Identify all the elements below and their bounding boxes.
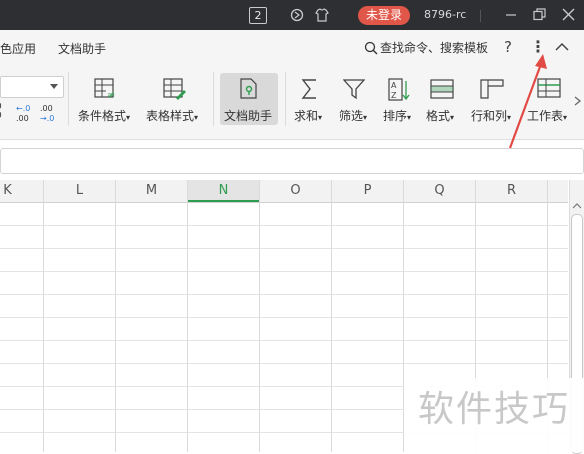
doc-assistant-label: 文档助手 bbox=[224, 109, 273, 123]
search-icon[interactable] bbox=[364, 41, 378, 55]
scroll-up-icon[interactable] bbox=[572, 202, 582, 210]
row-column-icon[interactable] bbox=[480, 79, 504, 99]
login-button[interactable]: 未登录 bbox=[358, 6, 410, 25]
collapse-ribbon-icon[interactable] bbox=[555, 42, 569, 52]
sort-label: 排序 bbox=[383, 109, 408, 123]
table-style-button[interactable]: 表格样式▾ bbox=[146, 107, 198, 124]
sort-button[interactable]: 排序▾ bbox=[383, 107, 411, 124]
filter-icon[interactable] bbox=[343, 78, 365, 100]
column-header-o[interactable]: O bbox=[260, 180, 331, 202]
sum-button[interactable]: 求和▾ bbox=[294, 107, 322, 124]
conditional-format-icon[interactable]: ≠ bbox=[94, 78, 118, 100]
svg-text:≠: ≠ bbox=[107, 90, 115, 100]
svg-text:←.0: ←.0 bbox=[16, 104, 30, 113]
user-name[interactable]: 8796-rc bbox=[424, 8, 466, 21]
watermark: 软件技巧 bbox=[404, 378, 584, 452]
sort-icon[interactable]: A Z bbox=[388, 78, 410, 102]
ribbon bbox=[0, 64, 584, 140]
column-header-k[interactable]: K bbox=[0, 180, 43, 202]
row-column-label: 行和列 bbox=[471, 109, 508, 123]
format-button[interactable]: 格式▾ bbox=[426, 107, 454, 124]
svg-text:.00: .00 bbox=[16, 114, 29, 123]
decimal-text-left: 00 bbox=[0, 103, 2, 121]
format-label: 格式 bbox=[426, 109, 451, 123]
svg-text:→.0: →.0 bbox=[40, 114, 54, 123]
table-style-label: 表格样式 bbox=[146, 109, 195, 123]
column-header-r[interactable]: R bbox=[476, 180, 547, 202]
format-icon[interactable] bbox=[430, 79, 454, 99]
skin-icon[interactable] bbox=[290, 8, 304, 22]
table-style-icon[interactable] bbox=[163, 78, 187, 100]
ribbon-scroll-right-icon[interactable] bbox=[574, 96, 582, 106]
divider bbox=[480, 10, 481, 22]
document-assistant-icon bbox=[240, 78, 257, 99]
search-command[interactable]: 查找命令、搜索模板 bbox=[380, 39, 488, 56]
svg-text:.00: .00 bbox=[40, 104, 53, 113]
sum-icon[interactable] bbox=[300, 78, 320, 100]
formula-bar[interactable] bbox=[0, 148, 584, 174]
filter-button[interactable]: 筛选▾ bbox=[339, 107, 367, 124]
column-header-q[interactable]: Q bbox=[404, 180, 475, 202]
restore-icon[interactable] bbox=[533, 8, 546, 21]
annotation-arrow bbox=[508, 54, 547, 149]
sum-label: 求和 bbox=[294, 109, 319, 123]
conditional-format-label: 条件格式 bbox=[78, 109, 127, 123]
svg-text:Z: Z bbox=[391, 91, 397, 100]
column-header-n[interactable]: N bbox=[188, 180, 259, 202]
conditional-format-button[interactable]: 条件格式▾ bbox=[78, 107, 130, 124]
menu-item-doc-assistant[interactable]: 文档助手 bbox=[58, 40, 106, 57]
menu-item-apps[interactable]: 色应用 bbox=[0, 40, 36, 57]
column-header-p[interactable]: P bbox=[332, 180, 403, 202]
decrease-decimal-icon[interactable]: .00 →.0 bbox=[38, 103, 60, 123]
increase-decimal-icon[interactable]: ←.0 .00 bbox=[14, 103, 36, 123]
chevron-down-icon bbox=[50, 84, 58, 89]
shirt-icon[interactable] bbox=[314, 7, 330, 23]
close-icon[interactable] bbox=[562, 8, 575, 21]
tab-count-badge[interactable]: 2 bbox=[249, 7, 267, 24]
column-header-l[interactable]: L bbox=[44, 180, 115, 202]
filter-label: 筛选 bbox=[339, 109, 364, 123]
column-header-m[interactable]: M bbox=[116, 180, 187, 202]
svg-text:A: A bbox=[391, 81, 397, 90]
minimize-icon[interactable] bbox=[505, 9, 517, 21]
